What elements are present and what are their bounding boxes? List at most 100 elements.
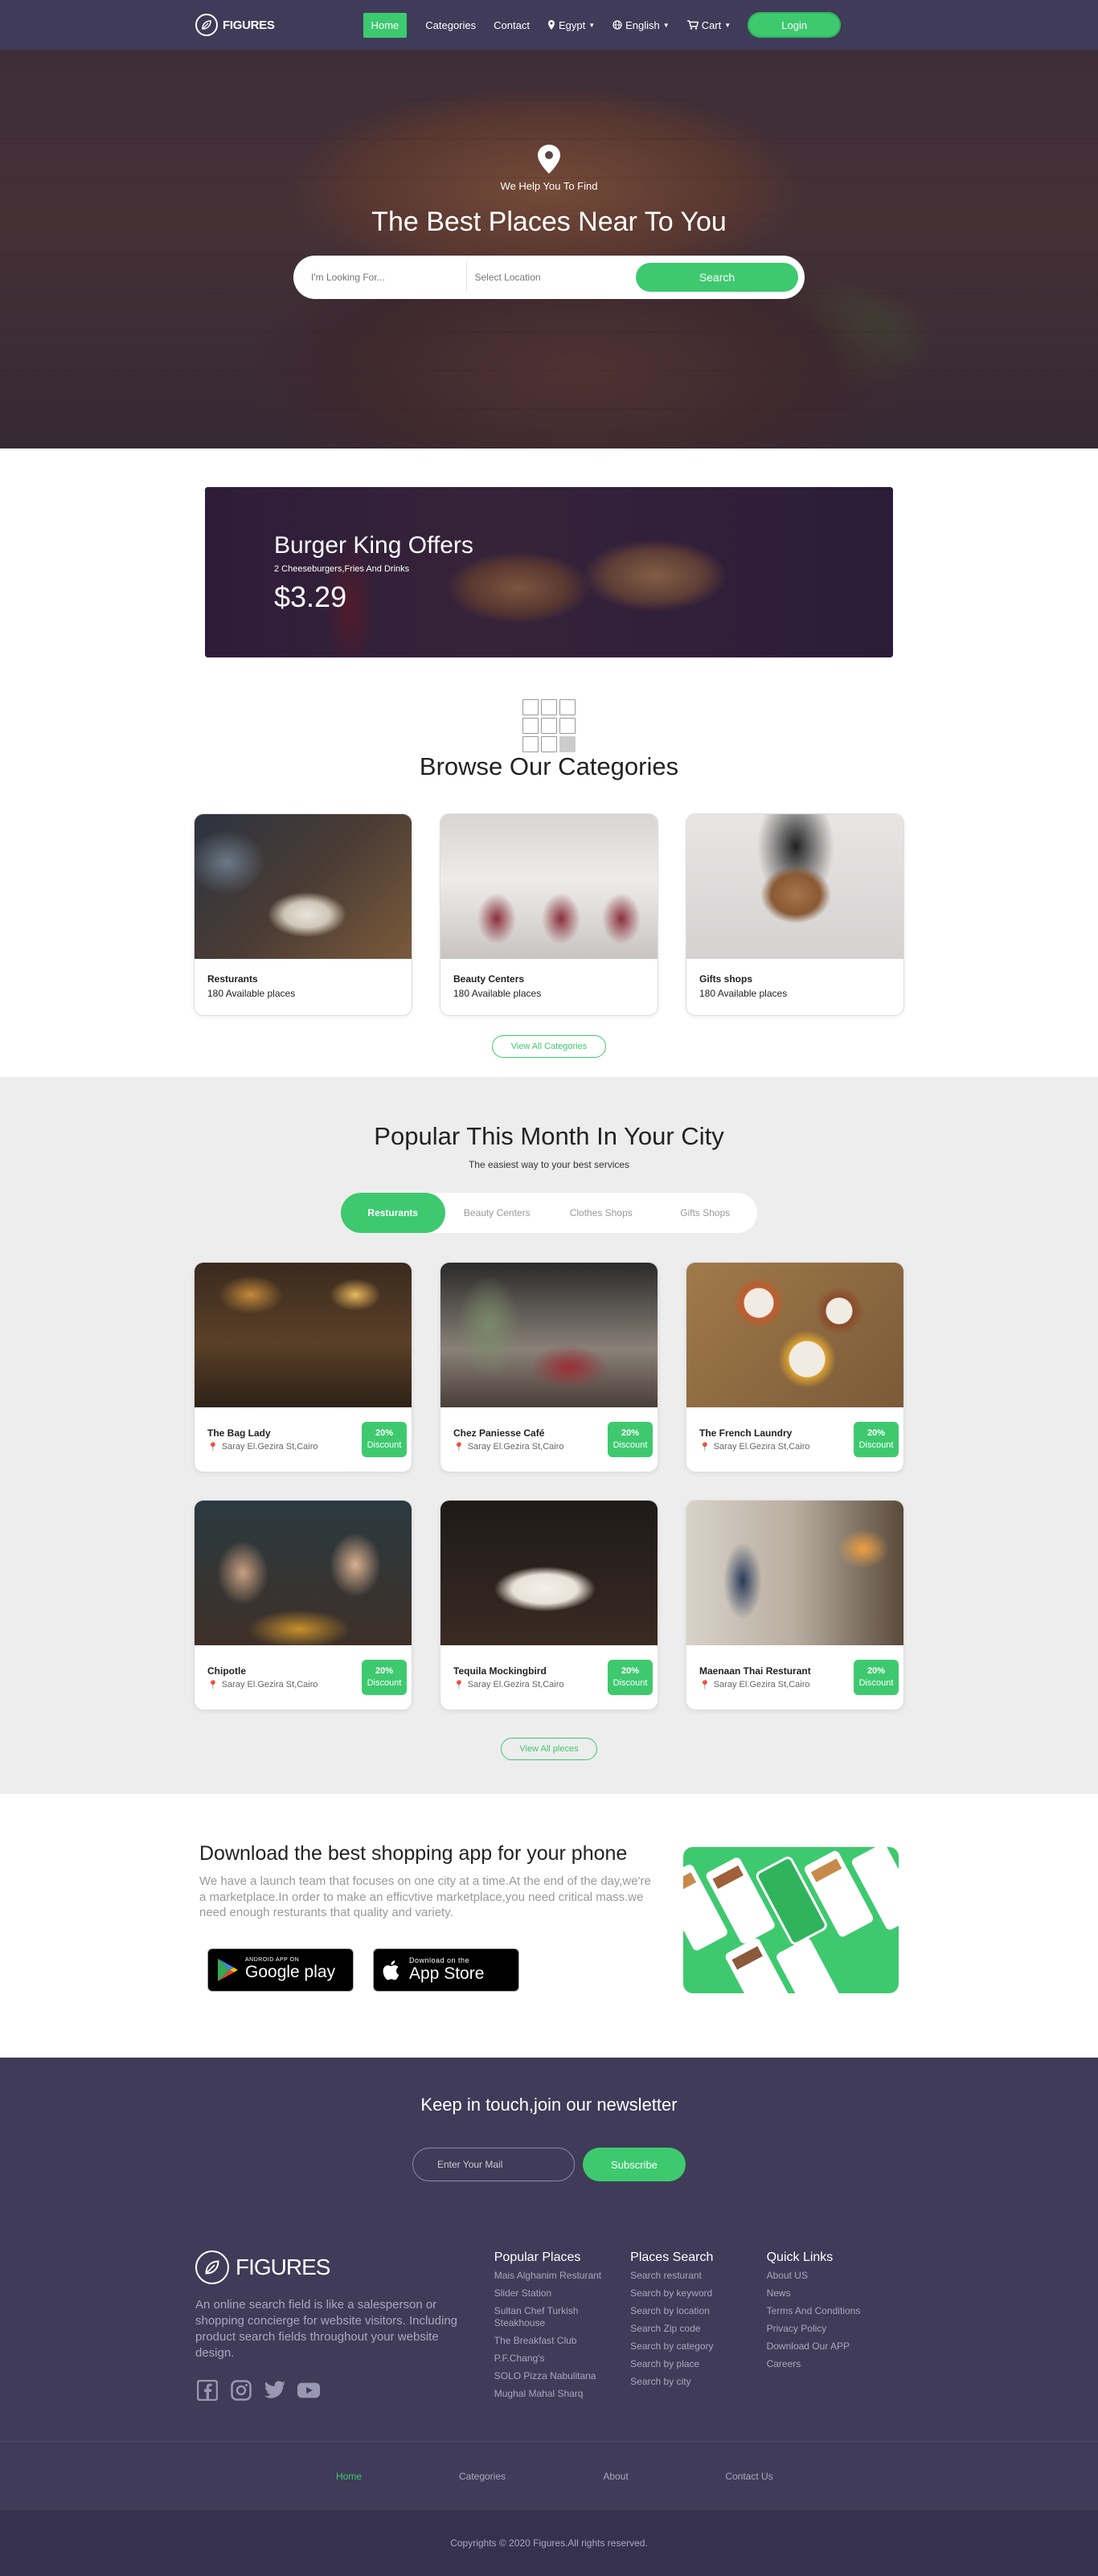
location-pin-icon: 📍 — [699, 1680, 711, 1690]
offer-banner[interactable]: Burger King Offers 2 Cheeseburgers,Fries… — [205, 487, 893, 657]
discount-badge: 20% Discount — [854, 1660, 899, 1695]
footer-link[interactable]: Search resturant — [630, 2270, 766, 2282]
footer-link[interactable]: Privacy Policy — [767, 2323, 903, 2335]
chevron-down-icon: ▼ — [724, 21, 731, 29]
subscribe-button[interactable]: Subscribe — [583, 2148, 686, 2181]
place-address: Saray El.Gezira St,Cairo — [713, 1680, 810, 1689]
view-all-categories-button[interactable]: View All Categories — [492, 1035, 606, 1058]
category-name: Resturants — [207, 973, 258, 985]
place-card[interactable]: Chipotle 📍 Saray El.Gezira St,Cairo 20% Dis… — [194, 1500, 412, 1710]
main-menu: Home Categories Contact Egypt ▼ English … — [363, 12, 842, 38]
footer-link[interactable]: Mughal Mahal Sharq — [494, 2388, 630, 2400]
footer-nav-home[interactable]: Home — [282, 2471, 416, 2482]
tab-clothes-shops[interactable]: Clothes Shops — [549, 1193, 653, 1233]
youtube-icon[interactable] — [297, 2379, 321, 2402]
restaurant-photo — [195, 814, 412, 959]
footer-nav-about[interactable]: About — [549, 2471, 682, 2482]
google-play-small: ANDROID APP ON — [245, 1957, 300, 1963]
place-address: Saray El.Gezira St,Cairo — [221, 1442, 318, 1452]
cart-dropdown[interactable]: Cart ▼ — [678, 13, 740, 38]
google-play-icon — [218, 1958, 238, 1981]
newsletter-email-input[interactable]: Enter Your Mail — [412, 2148, 575, 2181]
footer-link[interactable]: The Breakfast Club — [494, 2335, 630, 2347]
footer-link[interactable]: P.F.Chang's — [494, 2353, 630, 2365]
footer-link[interactable]: Terms And Conditions — [767, 2305, 903, 2317]
footer-link[interactable]: Search by keyword — [630, 2287, 766, 2300]
google-play-button[interactable]: ANDROID APP ON Google play — [207, 1947, 354, 1992]
place-name: Chipotle — [207, 1665, 246, 1677]
footer-link[interactable]: Search Zip code — [630, 2323, 766, 2335]
apple-icon — [383, 1960, 399, 1980]
place-photo — [686, 1501, 903, 1645]
location-pin-icon: 📍 — [207, 1680, 219, 1690]
category-card[interactable]: Resturants 180 Available places — [194, 813, 412, 1016]
nav-home[interactable]: Home — [363, 12, 408, 38]
logo-text: FIGURES — [223, 18, 275, 32]
nav-contact[interactable]: Contact — [485, 13, 539, 38]
language-dropdown[interactable]: English ▼ — [604, 13, 678, 38]
tab-beauty-centers[interactable]: Beauty Centers — [445, 1193, 550, 1233]
category-card[interactable]: Gifts shops 180 Available places — [686, 813, 904, 1016]
google-play-label: Google play — [245, 1963, 336, 1981]
place-address: Saray El.Gezira St,Cairo — [713, 1442, 810, 1452]
location-pin-icon: 📍 — [453, 1680, 465, 1690]
footer-link[interactable]: Sultan Chef Turkish Steakhouse — [494, 2305, 630, 2329]
keyword-field[interactable] — [303, 262, 467, 293]
footer-nav-contact[interactable]: Contact Us — [682, 2471, 816, 2482]
category-card[interactable]: Beauty Centers 180 Available places — [440, 813, 658, 1016]
view-all-places-button[interactable]: View All pleces — [501, 1738, 597, 1760]
footer-link[interactable]: Search by city — [630, 2376, 766, 2388]
footer-link[interactable]: SOLO Pizza Nabulitana — [494, 2370, 630, 2382]
place-card[interactable]: The French Laundry 📍 Saray El.Gezira St,Ca… — [686, 1262, 904, 1472]
discount-badge: 20% Discount — [608, 1660, 653, 1695]
footer: Keep in touch,join our newsletter Enter … — [0, 2058, 1098, 2576]
place-card[interactable]: Chez Paniesse Café 📍 Saray El.Gezira St,Ca… — [440, 1262, 658, 1472]
location-input[interactable] — [474, 272, 621, 283]
footer-nav: Home Categories About Contact Us — [0, 2441, 1098, 2510]
place-card[interactable]: The Bag Lady 📍 Saray El.Gezira St,Cairo 20… — [194, 1262, 412, 1472]
place-card[interactable]: Maenaan Thai Resturant 📍 Saray El.Gezira S… — [686, 1500, 904, 1710]
footer-link[interactable]: Mais Alghanim Resturant — [494, 2270, 630, 2282]
app-store-button[interactable]: Download on the App Store — [373, 1947, 519, 1992]
cart-label: Cart — [701, 18, 722, 31]
place-card[interactable]: Tequila Mockingbird 📍 Saray El.Gezira St,C… — [440, 1500, 658, 1710]
place-name: Maenaan Thai Resturant — [699, 1665, 811, 1677]
footer-places-search: Places Search Search resturant Search by… — [630, 2250, 766, 2406]
cart-icon — [686, 20, 699, 30]
keyword-input[interactable] — [311, 272, 458, 283]
site-logo[interactable]: FIGURES — [195, 14, 275, 36]
facebook-icon[interactable] — [195, 2379, 219, 2402]
nav-categories[interactable]: Categories — [416, 13, 485, 38]
discount-badge: 20% Discount — [608, 1422, 653, 1457]
tab-gifts-shops[interactable]: Gifts Shops — [653, 1193, 758, 1233]
search-button[interactable]: Search — [636, 263, 798, 292]
place-address: Saray El.Gezira St,Cairo — [221, 1680, 318, 1689]
location-pin-icon: 📍 — [207, 1442, 219, 1452]
footer-link[interactable]: About US — [767, 2270, 903, 2282]
location-field[interactable] — [467, 262, 630, 293]
footer-link[interactable]: Download Our APP — [767, 2341, 903, 2353]
country-dropdown[interactable]: Egypt ▼ — [539, 13, 604, 38]
leaf-icon — [195, 14, 218, 36]
footer-nav-categories[interactable]: Categories — [416, 2471, 549, 2482]
location-pin-icon: 📍 — [699, 1442, 711, 1452]
footer-logo[interactable]: FIGURES — [195, 2250, 494, 2284]
country-label: Egypt — [558, 18, 586, 31]
tab-resturants[interactable]: Resturants — [341, 1193, 445, 1233]
category-name: Gifts shops — [699, 973, 753, 985]
place-name: Chez Paniesse Café — [453, 1427, 545, 1439]
twitter-icon[interactable] — [263, 2379, 287, 2402]
instagram-icon[interactable] — [229, 2379, 253, 2402]
login-button[interactable]: Login — [748, 12, 842, 38]
place-photo — [195, 1501, 412, 1645]
footer-link[interactable]: Careers — [767, 2358, 903, 2370]
footer-link[interactable]: Search by place — [630, 2358, 766, 2370]
grid-icon — [519, 699, 579, 752]
footer-link[interactable]: Slider Station — [494, 2287, 630, 2300]
chevron-down-icon: ▼ — [662, 21, 670, 29]
footer-link[interactable]: News — [767, 2287, 903, 2300]
footer-link[interactable]: Search by location — [630, 2305, 766, 2317]
beauty-center-photo — [440, 814, 658, 959]
footer-link[interactable]: Search by category — [630, 2341, 766, 2353]
discount-badge: 20% Discount — [362, 1422, 407, 1457]
